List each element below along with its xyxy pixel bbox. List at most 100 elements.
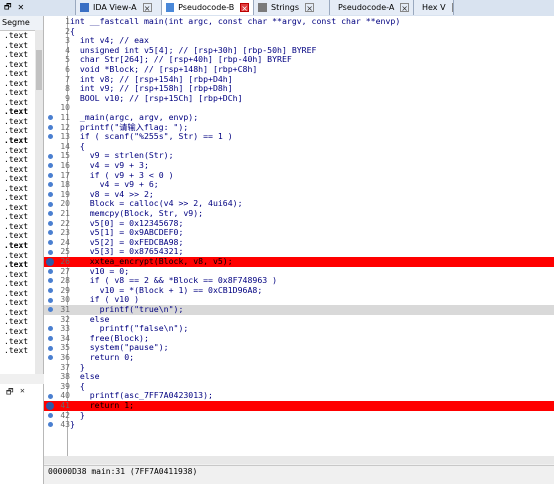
line-marker-icon[interactable] xyxy=(48,412,53,418)
line-number: 24 xyxy=(60,237,70,247)
code-line[interactable]: 9 BOOL v10; // [rsp+15Ch] [rbp+DCh] xyxy=(44,93,554,104)
tab-close-icon[interactable]: × xyxy=(240,3,249,13)
line-marker-icon[interactable] xyxy=(48,182,53,188)
code-line[interactable]: 37 } xyxy=(44,362,554,373)
line-number: 29 xyxy=(60,285,70,295)
code-text[interactable]: } xyxy=(70,420,75,430)
code-text[interactable]: if ( scanf("%255s", Str) == 1 ) xyxy=(70,132,233,142)
tab-close-icon[interactable]: × xyxy=(400,3,409,13)
line-marker-icon[interactable] xyxy=(48,278,53,284)
line-marker-icon[interactable] xyxy=(48,124,53,130)
line-marker-icon[interactable] xyxy=(48,422,53,428)
segments-scrollbar[interactable] xyxy=(35,30,43,374)
line-number: 12 xyxy=(60,122,70,132)
breakpoint-icon[interactable] xyxy=(46,257,54,266)
code-line[interactable]: 42 } xyxy=(44,410,554,421)
line-marker-icon[interactable] xyxy=(48,355,53,361)
status-bar: 00000D38 main:31 (7FF7A0411938) xyxy=(44,465,554,478)
line-marker-icon[interactable] xyxy=(48,230,53,236)
line-number: 1 xyxy=(65,17,70,26)
line-marker-icon[interactable] xyxy=(48,307,53,313)
line-number: 32 xyxy=(60,314,70,324)
line-marker-icon[interactable] xyxy=(48,201,53,207)
close-icon[interactable]: ✕ xyxy=(20,386,25,395)
line-number: 16 xyxy=(60,161,70,170)
line-marker-icon[interactable] xyxy=(48,115,53,121)
pseudocode-editor[interactable]: 1 int __fastcall main(int argc, const cha… xyxy=(44,16,554,456)
line-marker-icon[interactable] xyxy=(48,268,53,274)
line-number: 35 xyxy=(60,343,70,353)
horizontal-scrollbar[interactable] xyxy=(44,456,554,464)
tab-hex-v[interactable]: Hex V × xyxy=(414,0,454,15)
line-marker-icon[interactable] xyxy=(48,192,53,198)
line-number: 28 xyxy=(60,276,70,286)
close-icon[interactable]: ✕ xyxy=(18,3,25,12)
tab-label: Strings xyxy=(271,3,300,12)
tab-label: IDA View-A xyxy=(93,3,137,12)
line-number: 42 xyxy=(60,410,70,420)
tab-pseudocode-b[interactable]: Pseudocode-B × xyxy=(162,0,254,15)
restore-icon[interactable]: 🗗 xyxy=(4,1,12,15)
tab-close-icon[interactable]: × xyxy=(451,3,453,13)
tab-close-icon[interactable]: × xyxy=(305,3,315,13)
code-line[interactable]: 36 return 0; xyxy=(44,352,554,363)
line-marker-icon[interactable] xyxy=(48,288,53,294)
code-text[interactable]: int __fastcall main(int argc, const char… xyxy=(70,16,400,27)
line-number: 10 xyxy=(60,103,70,113)
code-line[interactable]: 13 if ( scanf("%255s", Str) == 1 ) xyxy=(44,132,554,142)
line-marker-icon[interactable] xyxy=(48,172,53,178)
tab-bar: 🗗 ✕ IDA View-A × Pseudocode-B × Strings × Pseudo… xyxy=(0,0,554,17)
tab-ida-view-a[interactable]: IDA View-A × xyxy=(76,0,162,15)
line-number: 38 xyxy=(60,372,70,382)
tab-pseudocode-a[interactable]: Pseudocode-A × xyxy=(330,0,414,15)
line-number: 21 xyxy=(60,209,70,218)
line-number: 43 xyxy=(60,420,70,430)
tab-label: Hex V xyxy=(422,3,446,12)
line-number: 20 xyxy=(60,199,70,209)
line-number: 8 xyxy=(65,84,70,94)
code-text[interactable]: BOOL v10; // [rsp+15Ch] [rbp+DCh] xyxy=(70,93,243,104)
line-marker-icon[interactable] xyxy=(48,336,53,342)
line-number: 26 xyxy=(60,257,70,266)
tab-label: Pseudocode-B xyxy=(178,3,235,12)
line-marker-icon[interactable] xyxy=(48,393,53,399)
code-line[interactable]: 41 return 1; xyxy=(44,400,554,411)
segments-panel: Segme .text .text .text .text .text .text .tex… xyxy=(0,16,44,374)
line-marker-icon[interactable] xyxy=(48,211,53,217)
code-line[interactable]: 31 printf("true\n"); xyxy=(44,304,554,315)
scrollbar-thumb[interactable] xyxy=(36,50,42,90)
line-number: 37 xyxy=(60,362,70,372)
tab-strings[interactable]: Strings × xyxy=(254,0,330,15)
line-number: 14 xyxy=(60,141,70,151)
line-marker-icon[interactable] xyxy=(48,134,53,140)
panel-controls: 🗗 ✕ xyxy=(0,0,76,15)
line-number: 34 xyxy=(60,333,70,343)
line-number: 40 xyxy=(60,391,70,401)
restore-icon[interactable]: 🗗 xyxy=(6,386,14,400)
strings-icon xyxy=(258,3,267,12)
tab-close-icon[interactable]: × xyxy=(142,3,152,13)
line-marker-icon[interactable] xyxy=(48,326,53,332)
line-marker-icon[interactable] xyxy=(48,153,53,159)
line-marker-icon[interactable] xyxy=(48,297,53,303)
line-marker-icon[interactable] xyxy=(48,240,53,246)
line-number: 27 xyxy=(60,266,70,276)
secondary-panel: 🗗 ✕ xyxy=(0,384,44,484)
code-line[interactable]: 43} xyxy=(44,420,554,430)
line-marker-icon[interactable] xyxy=(48,345,53,351)
breakpoint-icon[interactable] xyxy=(46,401,54,410)
line-number: 6 xyxy=(65,65,70,74)
line-number: 30 xyxy=(60,295,70,305)
line-number: 36 xyxy=(60,353,70,362)
line-marker-icon[interactable] xyxy=(48,220,53,226)
line-number: 39 xyxy=(60,381,70,391)
line-marker-icon[interactable] xyxy=(48,163,53,169)
line-number: 41 xyxy=(60,401,70,410)
line-number: 23 xyxy=(60,228,70,238)
code-line[interactable]: 38 else xyxy=(44,372,554,382)
code-line[interactable]: 1 int __fastcall main(int argc, const cha… xyxy=(44,16,554,27)
line-number: 25 xyxy=(60,247,70,257)
line-number: 9 xyxy=(65,93,70,103)
tab-label: Pseudocode-A xyxy=(338,3,395,12)
line-marker-icon[interactable] xyxy=(48,249,53,255)
